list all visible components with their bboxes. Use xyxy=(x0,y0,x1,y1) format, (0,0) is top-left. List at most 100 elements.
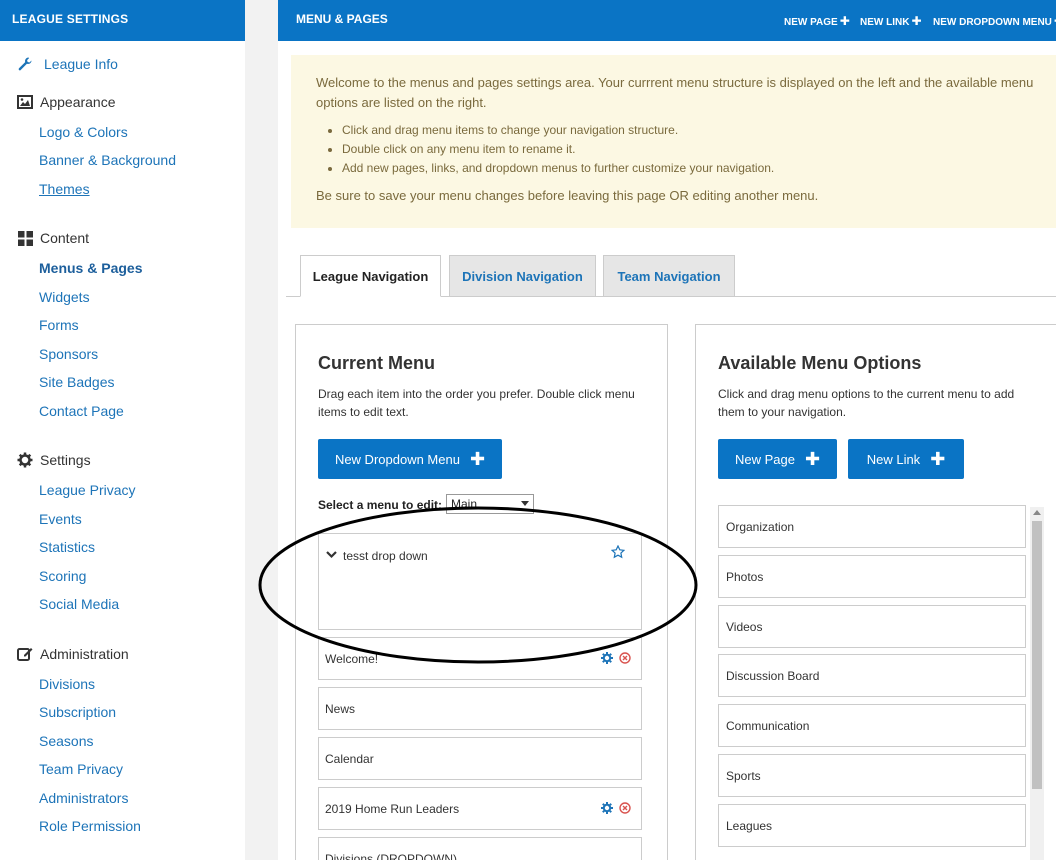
sidebar-item-menus-pages[interactable]: Menus & Pages xyxy=(39,260,142,276)
sidebar-item-contact-page[interactable]: Contact Page xyxy=(39,403,124,419)
menu-item[interactable]: 2019 Home Run Leaders xyxy=(318,787,642,830)
tab-team-navigation[interactable]: Team Navigation xyxy=(603,255,735,297)
current-menu-description: Drag each item into the order you prefer… xyxy=(318,385,635,421)
available-desc-line: Click and drag menu options to the curre… xyxy=(718,387,1015,401)
option-item-communication[interactable]: Communication xyxy=(718,704,1026,747)
menu-item[interactable]: Divisions (DROPDOWN) xyxy=(318,837,642,860)
option-item-sports[interactable]: Sports xyxy=(718,754,1026,797)
plus-icon: ✚ xyxy=(911,14,922,28)
menu-item[interactable]: Welcome! xyxy=(318,637,642,680)
grid-icon xyxy=(16,229,34,247)
option-item-photos[interactable]: Photos xyxy=(718,555,1026,598)
header-new-dropdown-link[interactable]: NEW DROPDOWN MENU✚ xyxy=(933,14,1056,28)
league-info-label: League Info xyxy=(44,56,118,72)
current-menu-desc-line: items to edit text. xyxy=(318,405,409,419)
menu-item-actions xyxy=(601,802,631,817)
sidebar-item-widgets[interactable]: Widgets xyxy=(39,289,90,305)
option-item-organization[interactable]: Organization xyxy=(718,505,1026,548)
new-link-button[interactable]: New Link ✚ xyxy=(848,439,964,479)
section-appearance: Appearance xyxy=(16,93,116,111)
chevron-down-icon xyxy=(521,501,529,506)
sidebar-item-administrators[interactable]: Administrators xyxy=(39,790,128,806)
sidebar-item-scoring[interactable]: Scoring xyxy=(39,568,86,584)
settings-heading: Settings xyxy=(40,452,91,468)
delete-icon[interactable] xyxy=(619,652,631,667)
page-title: MENU & PAGES xyxy=(296,12,388,26)
menu-item-actions xyxy=(601,652,631,667)
notice-bullet: Click and drag menu items to change your… xyxy=(342,121,1036,140)
gear-icon[interactable] xyxy=(601,652,613,667)
tab-division-navigation[interactable]: Division Navigation xyxy=(449,255,596,297)
plus-icon: ✚ xyxy=(804,449,821,469)
sidebar-item-events[interactable]: Events xyxy=(39,511,82,527)
delete-icon[interactable] xyxy=(619,802,631,817)
available-options-panel: Available Menu Options Click and drag me… xyxy=(695,324,1056,860)
sidebar-item-forms[interactable]: Forms xyxy=(39,317,79,333)
header-new-link-label: NEW LINK xyxy=(860,17,910,28)
menu-item-label: Divisions (DROPDOWN) xyxy=(325,852,457,860)
option-item-discussion-board[interactable]: Discussion Board xyxy=(718,654,1026,697)
new-page-button[interactable]: New Page ✚ xyxy=(718,439,837,479)
scrollbar-thumb[interactable] xyxy=(1032,521,1042,789)
options-scrollbar[interactable] xyxy=(1030,507,1044,860)
sidebar-item-social-media[interactable]: Social Media xyxy=(39,596,119,612)
option-item-leagues[interactable]: Leagues xyxy=(718,804,1026,847)
sidebar-item-role-permission[interactable]: Role Permission xyxy=(39,818,141,834)
new-link-label: New Link xyxy=(866,451,921,467)
current-menu-desc-line: Drag each item into the order you prefer… xyxy=(318,387,635,401)
menu-item[interactable]: Calendar xyxy=(318,737,642,780)
administration-heading: Administration xyxy=(40,646,129,662)
menu-item-label: 2019 Home Run Leaders xyxy=(325,802,460,816)
notice-bullet: Double click on any menu item to rename … xyxy=(342,140,1036,159)
new-dropdown-menu-button[interactable]: New Dropdown Menu ✚ xyxy=(318,439,502,479)
header-new-page-link[interactable]: NEW PAGE ✚ xyxy=(784,14,850,28)
sidebar-item-league-info[interactable]: League Info xyxy=(16,55,118,73)
section-settings: Settings xyxy=(16,451,91,469)
content-heading: Content xyxy=(40,230,90,246)
tab-league-navigation[interactable]: League Navigation xyxy=(300,255,441,297)
menu-item-dropdown[interactable]: tesst drop down xyxy=(318,533,642,630)
wrench-icon xyxy=(16,55,34,73)
star-icon[interactable] xyxy=(610,544,626,562)
edit-icon xyxy=(16,645,34,663)
section-administration: Administration xyxy=(16,645,129,663)
plus-icon: ✚ xyxy=(469,449,486,469)
notice-list: Click and drag menu items to change your… xyxy=(342,121,1036,178)
main-header: MENU & PAGES NEW PAGE ✚ NEW LINK ✚ NEW DRO… xyxy=(278,0,1056,41)
sidebar-item-themes[interactable]: Themes xyxy=(39,181,90,197)
sidebar-item-site-badges[interactable]: Site Badges xyxy=(39,374,115,390)
sidebar-item-statistics[interactable]: Statistics xyxy=(39,539,95,555)
notice-bullet: Add new pages, links, and dropdown menus… xyxy=(342,159,1036,178)
menu-select-value: Main xyxy=(451,497,478,511)
available-options-description: Click and drag menu options to the curre… xyxy=(718,385,1014,421)
header-new-dropdown-label: NEW DROPDOWN MENU xyxy=(933,17,1052,28)
main-content: MENU & PAGES NEW PAGE ✚ NEW LINK ✚ NEW DRO… xyxy=(278,0,1056,860)
menu-item-label: Calendar xyxy=(325,752,374,766)
sidebar-item-logo-colors[interactable]: Logo & Colors xyxy=(39,124,128,140)
sidebar: LEAGUE SETTINGS League Info Appearance L… xyxy=(0,0,245,860)
gear-icon[interactable] xyxy=(601,802,613,817)
sidebar-item-divisions[interactable]: Divisions xyxy=(39,676,95,692)
menu-item-label: News xyxy=(325,702,356,716)
chevron-down-icon[interactable] xyxy=(326,548,337,562)
current-menu-title: Current Menu xyxy=(318,353,435,373)
sidebar-item-league-privacy[interactable]: League Privacy xyxy=(39,482,136,498)
option-item-videos[interactable]: Videos xyxy=(718,605,1026,648)
section-content: Content xyxy=(16,229,89,247)
sidebar-item-subscription[interactable]: Subscription xyxy=(39,704,116,720)
menu-item-label: Welcome! xyxy=(325,652,379,666)
dropdown-item-label: tesst drop down xyxy=(343,549,428,563)
menu-select[interactable]: Main xyxy=(446,494,534,514)
menu-item[interactable]: News xyxy=(318,687,642,730)
select-menu-label: Select a menu to edit: xyxy=(318,498,443,512)
sidebar-item-seasons[interactable]: Seasons xyxy=(39,733,93,749)
sidebar-title: LEAGUE SETTINGS xyxy=(0,0,245,41)
sidebar-item-team-privacy[interactable]: Team Privacy xyxy=(39,761,123,777)
sidebar-item-banner-background[interactable]: Banner & Background xyxy=(39,152,176,168)
scroll-up-icon[interactable] xyxy=(1033,510,1041,515)
appearance-heading: Appearance xyxy=(40,94,116,110)
sidebar-item-sponsors[interactable]: Sponsors xyxy=(39,346,98,362)
gear-icon xyxy=(16,451,34,469)
notice-intro: Welcome to the menus and pages settings … xyxy=(316,75,1034,110)
header-new-link-link[interactable]: NEW LINK ✚ xyxy=(860,14,922,28)
